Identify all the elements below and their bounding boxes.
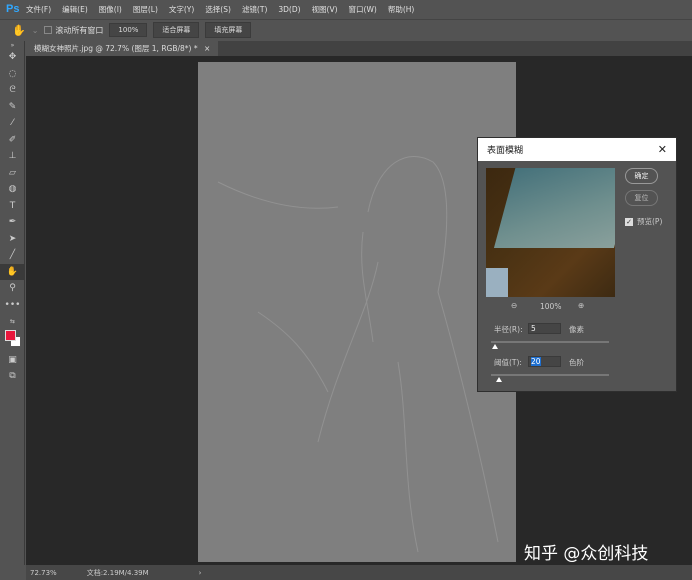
- dialog-title: 表面模糊: [487, 146, 524, 156]
- status-doc-size: 文档:2.19M/4.39M: [86, 568, 149, 577]
- menu-bar: Ps 文件(F) 编辑(E) 图像(I) 图层(L) 文字(Y) 选择(S) 滤…: [0, 0, 692, 18]
- more-tools-icon[interactable]: •••: [0, 297, 25, 314]
- zoom-in-icon[interactable]: ⊕: [578, 301, 584, 310]
- status-arrow-icon[interactable]: ›: [199, 569, 202, 577]
- tab-title: 模糊女神照片.jpg @ 72.7% (图层 1, RGB/8*) *: [34, 44, 198, 53]
- radius-input[interactable]: 5: [528, 323, 561, 334]
- toolbox: » ✥ ◌ ᘓ ✎ ⁄ ✐ ⊥ ▱ ◍ T ✒ ➤ ╱ ✋ ⚲ ••• ⇆ ▣ …: [0, 41, 25, 565]
- quick-select-icon[interactable]: ✎: [0, 99, 25, 116]
- scroll-all-label: 滚动所有窗口: [55, 25, 104, 35]
- watermark: 知乎 @众创科技: [524, 544, 649, 564]
- scroll-all-checkbox[interactable]: 滚动所有窗口: [44, 25, 103, 36]
- screen-mode-icon[interactable]: ⧉: [0, 368, 25, 385]
- menu-window[interactable]: 窗口(W): [349, 4, 377, 15]
- checkbox-checked-icon: ✓: [625, 217, 633, 226]
- menu-edit[interactable]: 编辑(E): [62, 4, 88, 15]
- swap-colors-icon[interactable]: ⇆: [0, 313, 25, 330]
- path-select-icon[interactable]: ➤: [0, 231, 25, 248]
- image-canvas[interactable]: [198, 62, 516, 562]
- marquee-tool-icon[interactable]: ◌: [0, 66, 25, 83]
- lasso-tool-icon[interactable]: ᘓ: [0, 82, 25, 99]
- zoom-100-button[interactable]: 100%: [109, 23, 148, 37]
- quick-mask-icon[interactable]: ▣: [0, 352, 25, 369]
- preview-checkbox[interactable]: ✓ 预览(P): [625, 216, 662, 227]
- radius-slider-track[interactable]: [491, 341, 609, 343]
- close-icon[interactable]: ✕: [658, 143, 667, 156]
- collapse-icon[interactable]: »: [0, 41, 25, 49]
- type-tool-icon[interactable]: T: [0, 198, 25, 215]
- document-tabs: 模糊女神照片.jpg @ 72.7% (图层 1, RGB/8*) * ×: [26, 41, 692, 56]
- threshold-input[interactable]: 20: [528, 356, 561, 367]
- threshold-slider-track[interactable]: [491, 374, 609, 376]
- hand-tool-icon[interactable]: ✋: [0, 263, 25, 280]
- radius-unit: 像素: [569, 325, 584, 334]
- menu-filter[interactable]: 滤镜(T): [242, 4, 267, 15]
- foreground-color[interactable]: [5, 329, 16, 341]
- threshold-unit: 色阶: [569, 358, 584, 367]
- hand-tool-icon[interactable]: ✋: [12, 24, 26, 37]
- surface-blur-dialog: 表面模糊 ✕ 确定 复位 ✓ 预览(P) ⊖ 100% ⊕ 半径(R): 5 像…: [477, 137, 677, 392]
- stamp-tool-icon[interactable]: ⊥: [0, 148, 25, 165]
- menu-layer[interactable]: 图层(L): [133, 4, 158, 15]
- radius-slider-thumb[interactable]: [492, 344, 498, 349]
- status-bar: 72.73% 文档:2.19M/4.39M ›: [26, 565, 692, 580]
- menu-help[interactable]: 帮助(H): [388, 4, 415, 15]
- chevron-down-icon[interactable]: ⌄: [32, 26, 39, 35]
- color-swatches[interactable]: [0, 329, 24, 352]
- eraser-tool-icon[interactable]: ▱: [0, 165, 25, 182]
- preview-label: 预览(P): [637, 217, 663, 226]
- menu-select[interactable]: 选择(S): [205, 4, 231, 15]
- menu-3d[interactable]: 3D(D): [278, 5, 300, 14]
- fill-screen-button[interactable]: 填充屏幕: [205, 22, 252, 38]
- threshold-slider-thumb[interactable]: [496, 377, 502, 382]
- radius-label: 半径(R):: [494, 325, 523, 334]
- threshold-label: 阈值(T):: [494, 358, 522, 367]
- embossed-image: [217, 156, 499, 553]
- close-tab-icon[interactable]: ×: [204, 44, 210, 53]
- options-bar: ✋ ⌄ 滚动所有窗口 100% 适合屏幕 填充屏幕: [0, 19, 692, 40]
- menu-view[interactable]: 视图(V): [312, 4, 338, 15]
- line-tool-icon[interactable]: ╱: [0, 247, 25, 264]
- ok-button[interactable]: 确定: [625, 168, 658, 184]
- gradient-tool-icon[interactable]: ◍: [0, 181, 25, 198]
- brush-tool-icon[interactable]: ✐: [0, 132, 25, 149]
- zoom-out-icon[interactable]: ⊖: [511, 301, 517, 310]
- filter-preview[interactable]: [486, 168, 615, 297]
- menu-image[interactable]: 图像(I): [99, 4, 122, 15]
- ps-logo: Ps: [6, 3, 20, 15]
- threshold-value: 20: [531, 357, 541, 366]
- menu-file[interactable]: 文件(F): [26, 4, 51, 15]
- eyedropper-icon[interactable]: ⁄: [0, 115, 25, 132]
- move-tool-icon[interactable]: ✥: [0, 49, 25, 66]
- zoom-tool-icon[interactable]: ⚲: [0, 280, 25, 297]
- status-zoom[interactable]: 72.73%: [30, 569, 57, 577]
- reset-button[interactable]: 复位: [625, 190, 658, 206]
- fit-screen-button[interactable]: 适合屏幕: [153, 22, 200, 38]
- pen-tool-icon[interactable]: ✒: [0, 214, 25, 231]
- dialog-titlebar: 表面模糊 ✕: [478, 138, 676, 161]
- document-tab[interactable]: 模糊女神照片.jpg @ 72.7% (图层 1, RGB/8*) * ×: [26, 41, 219, 56]
- menu-type[interactable]: 文字(Y): [169, 4, 194, 15]
- preview-zoom-level: 100%: [540, 302, 562, 311]
